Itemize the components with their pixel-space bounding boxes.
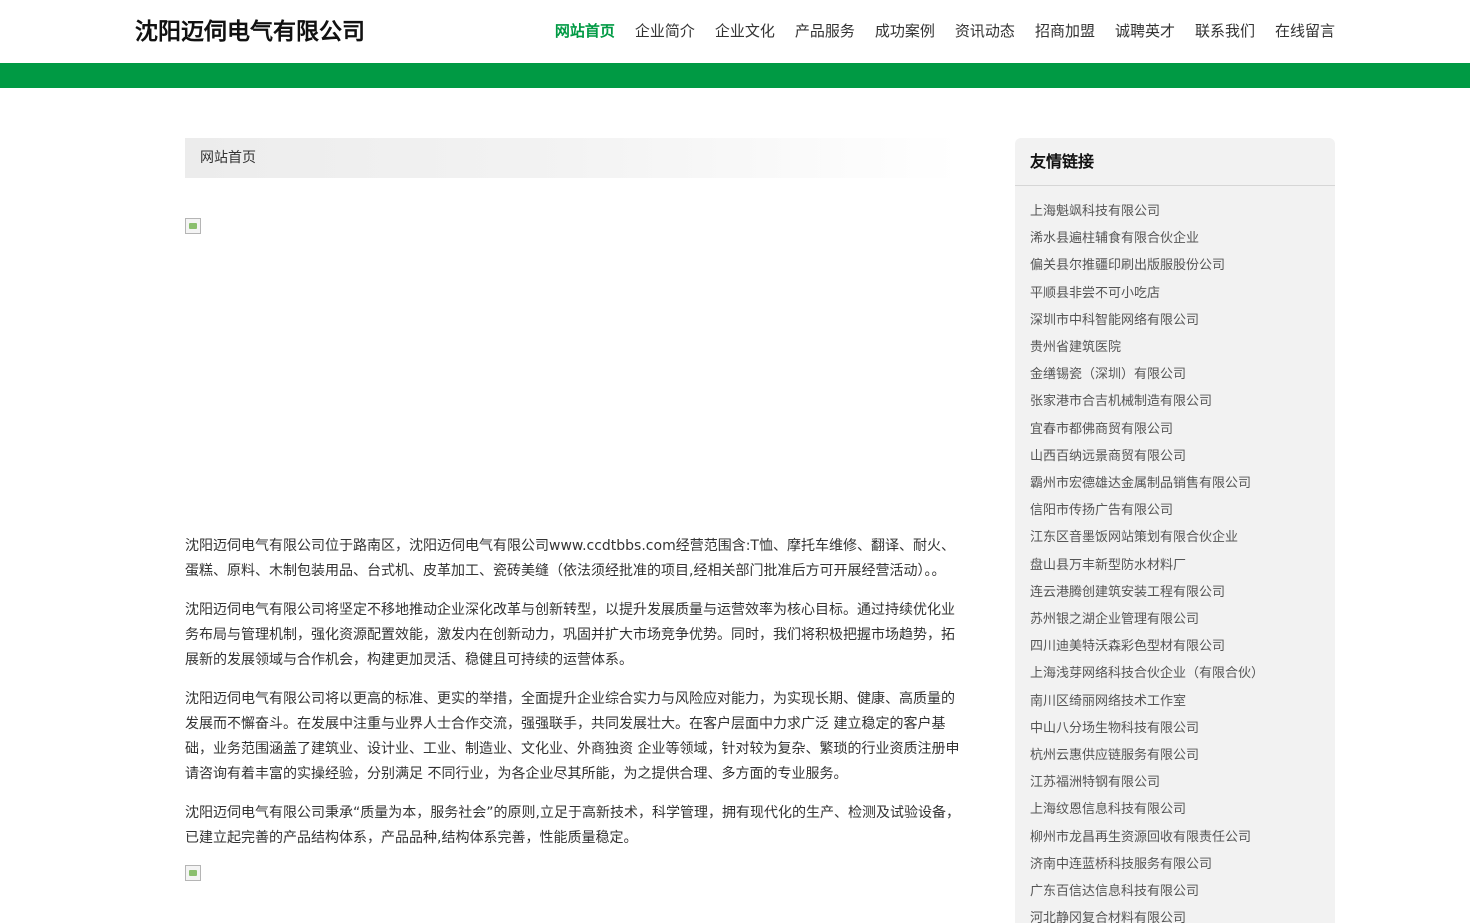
friend-link[interactable]: 苏州银之湖企业管理有限公司 bbox=[1030, 606, 1320, 633]
paragraph-development: 沈阳迈伺电气有限公司将以更高的标准、更实的举措，全面提升企业综合实力与风险应对能… bbox=[185, 691, 960, 782]
banner-bar bbox=[0, 63, 1470, 88]
friend-link[interactable]: 连云港腾创建筑安装工程有限公司 bbox=[1030, 579, 1320, 606]
friend-link[interactable]: 平顺县非尝不可小吃店 bbox=[1030, 280, 1320, 307]
breadcrumb-home[interactable]: 网站首页 bbox=[200, 150, 256, 166]
article-body: 沈阳迈伺电气有限公司位于路南区，沈阳迈伺电气有限公司www.ccdtbbs.co… bbox=[185, 534, 960, 881]
nav-home[interactable]: 网站首页 bbox=[555, 20, 615, 42]
nav-products[interactable]: 产品服务 bbox=[795, 20, 855, 42]
friend-link[interactable]: 南川区绮丽网络技术工作室 bbox=[1030, 688, 1320, 715]
friend-link[interactable]: 柳州市龙昌再生资源回收有限责任公司 bbox=[1030, 824, 1320, 851]
sidebar-title: 友情链接 bbox=[1015, 138, 1335, 186]
nav-news[interactable]: 资讯动态 bbox=[955, 20, 1015, 42]
nav-careers[interactable]: 诚聘英才 bbox=[1115, 20, 1175, 42]
friend-link[interactable]: 贵州省建筑医院 bbox=[1030, 334, 1320, 361]
friend-link[interactable]: 江苏福洲特钢有限公司 bbox=[1030, 769, 1320, 796]
friend-link[interactable]: 上海浅芽网络科技合伙企业（有限合伙） bbox=[1030, 660, 1320, 687]
friend-link[interactable]: 江东区音墨饭网站策划有限合伙企业 bbox=[1030, 524, 1320, 551]
paragraph-quality: 沈阳迈伺电气有限公司秉承“质量为本，服务社会”的原则,立足于高新技术，科学管理，… bbox=[185, 805, 960, 846]
nav-cases[interactable]: 成功案例 bbox=[875, 20, 935, 42]
friend-link[interactable]: 上海魁飒科技有限公司 bbox=[1030, 198, 1320, 225]
nav-franchise[interactable]: 招商加盟 bbox=[1035, 20, 1095, 42]
friend-link[interactable]: 霸州市宏德雄达金属制品销售有限公司 bbox=[1030, 470, 1320, 497]
friend-link[interactable]: 深圳市中科智能网络有限公司 bbox=[1030, 307, 1320, 334]
friend-link[interactable]: 张家港市合吉机械制造有限公司 bbox=[1030, 388, 1320, 415]
friend-link[interactable]: 广东百信达信息科技有限公司 bbox=[1030, 878, 1320, 905]
paragraph-strategy: 沈阳迈伺电气有限公司将坚定不移地推动企业深化改革与创新转型，以提升发展质量与运营… bbox=[185, 602, 955, 668]
friend-link[interactable]: 山西百纳远景商贸有限公司 bbox=[1030, 443, 1320, 470]
paragraph-intro: 沈阳迈伺电气有限公司位于路南区，沈阳迈伺电气有限公司www.ccdtbbs.co… bbox=[185, 538, 955, 579]
friend-links-sidebar: 友情链接 上海魁飒科技有限公司 浠水县遍柱辅食有限合伙企业 偏关县尔推疆印刷出版服股… bbox=[1015, 138, 1335, 923]
friend-link[interactable]: 上海纹恩信息科技有限公司 bbox=[1030, 796, 1320, 823]
broken-image-icon bbox=[185, 218, 201, 234]
nav-about[interactable]: 企业简介 bbox=[635, 20, 695, 42]
friend-link[interactable]: 济南中连蓝桥科技服务有限公司 bbox=[1030, 851, 1320, 878]
site-header: 沈阳迈伺电气有限公司 网站首页 企业简介 企业文化 产品服务 成功案例 资讯动态… bbox=[0, 0, 1470, 63]
nav-culture[interactable]: 企业文化 bbox=[715, 20, 775, 42]
nav-contact[interactable]: 联系我们 bbox=[1195, 20, 1255, 42]
friend-link[interactable]: 信阳市传扬广告有限公司 bbox=[1030, 497, 1320, 524]
friend-link[interactable]: 偏关县尔推疆印刷出版服股份公司 bbox=[1030, 252, 1320, 279]
top-image-area bbox=[185, 218, 960, 534]
friend-link[interactable]: 浠水县遍柱辅食有限合伙企业 bbox=[1030, 225, 1320, 252]
main-content: 网站首页 沈阳迈伺电气有限公司位于路南区，沈阳迈伺电气有限公司www.ccdtb… bbox=[185, 138, 960, 881]
broken-image-icon bbox=[185, 865, 201, 881]
main-nav: 网站首页 企业简介 企业文化 产品服务 成功案例 资讯动态 招商加盟 诚聘英才 … bbox=[555, 20, 1335, 42]
friend-link[interactable]: 杭州云惠供应链服务有限公司 bbox=[1030, 742, 1320, 769]
nav-message[interactable]: 在线留言 bbox=[1275, 20, 1335, 42]
friend-link[interactable]: 宜春市都佛商贸有限公司 bbox=[1030, 416, 1320, 443]
friend-link[interactable]: 四川迪美特沃森彩色型材有限公司 bbox=[1030, 633, 1320, 660]
friend-link[interactable]: 河北静冈复合材料有限公司 bbox=[1030, 905, 1320, 923]
friend-link[interactable]: 中山八分场生物科技有限公司 bbox=[1030, 715, 1320, 742]
friend-link[interactable]: 盘山县万丰新型防水材料厂 bbox=[1030, 552, 1320, 579]
site-title[interactable]: 沈阳迈伺电气有限公司 bbox=[135, 17, 365, 47]
friend-links-list: 上海魁飒科技有限公司 浠水县遍柱辅食有限合伙企业 偏关县尔推疆印刷出版服股份公司 平顺… bbox=[1015, 186, 1335, 923]
breadcrumb: 网站首页 bbox=[185, 138, 960, 178]
friend-link[interactable]: 金缮锡瓷（深圳）有限公司 bbox=[1030, 361, 1320, 388]
